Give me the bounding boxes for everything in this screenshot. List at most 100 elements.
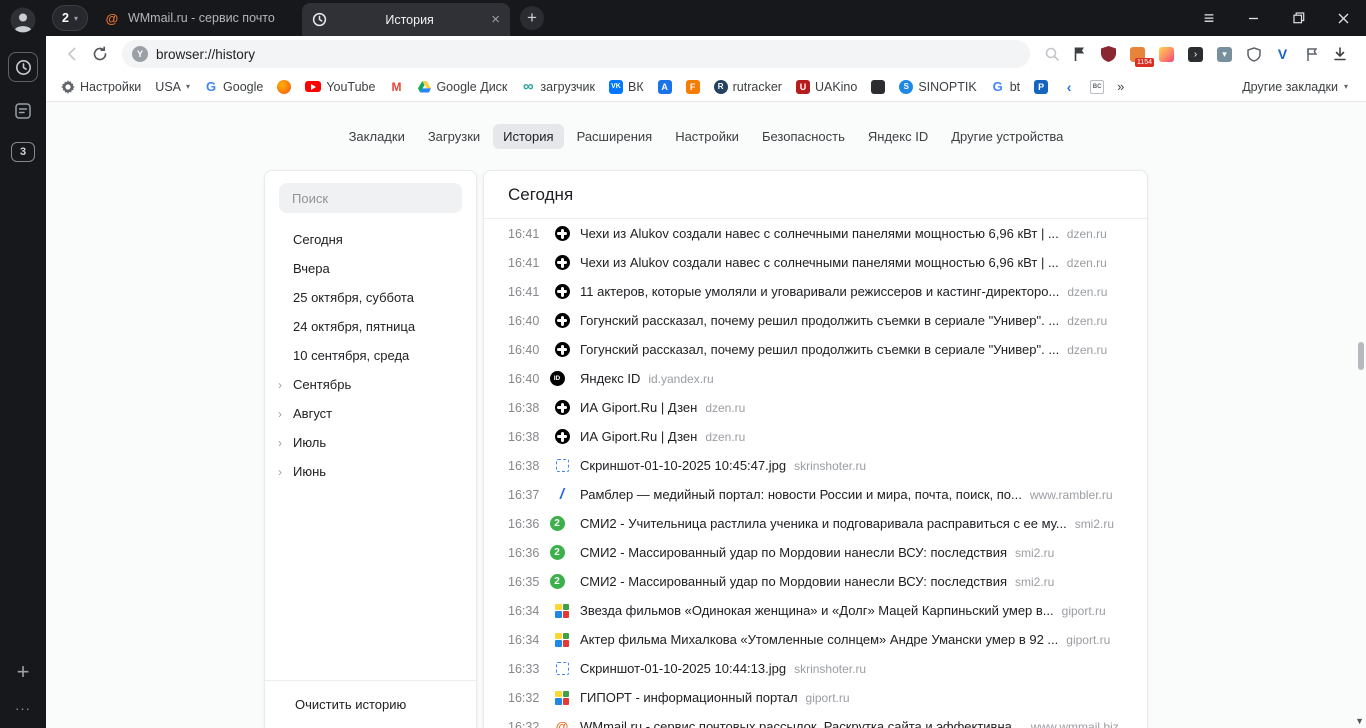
bookmark-youtube[interactable]: YouTube bbox=[298, 72, 382, 102]
rail-add-icon[interactable]: + bbox=[17, 661, 30, 683]
history-row[interactable]: 16:38 Скриншот-01-10-2025 10:45:47.jpg skr… bbox=[484, 451, 1147, 480]
history-title[interactable]: 11 актеров, которые умоляли и уговаривал… bbox=[580, 284, 1059, 299]
history-row[interactable]: 16:41 Чехи из Alukov создали навес с солн… bbox=[484, 219, 1147, 248]
dark-extension-icon[interactable]: › bbox=[1187, 46, 1204, 63]
bookmark-translate[interactable]: A bbox=[651, 72, 679, 102]
page-tab-0[interactable]: Закладки bbox=[339, 124, 415, 149]
history-title[interactable]: WMmail.ru - сервис почтовых рассылок. Ра… bbox=[580, 719, 1023, 728]
page-tab-4[interactable]: Настройки bbox=[665, 124, 749, 149]
address-bar[interactable]: Y browser://history bbox=[122, 40, 1030, 68]
history-title[interactable]: СМИ2 - Массированный удар по Мордовии на… bbox=[580, 574, 1007, 589]
ublock-extension-icon[interactable] bbox=[1100, 46, 1117, 63]
history-row[interactable]: 16:40 Гогунский рассказал, почему решил п… bbox=[484, 306, 1147, 335]
tab-count-badge[interactable]: 3 bbox=[11, 142, 35, 162]
flag-extension-icon[interactable] bbox=[1303, 46, 1320, 63]
history-row[interactable]: 16:38 ИА Giport.Ru | Дзен dzen.ru bbox=[484, 393, 1147, 422]
history-title[interactable]: Актер фильма Михалкова «Утомленные солнц… bbox=[580, 632, 1058, 647]
bookmark-f-orange[interactable]: F bbox=[679, 72, 707, 102]
date-filter-item-0[interactable]: Сегодня bbox=[265, 225, 476, 254]
bookmark-sinoptik[interactable]: S SINOPTIK bbox=[892, 72, 983, 102]
bookmark-chevron-blue[interactable]: ‹ bbox=[1055, 72, 1083, 102]
minimize-button[interactable] bbox=[1231, 0, 1276, 36]
restore-button[interactable] bbox=[1276, 0, 1321, 36]
bookmark-orange-circle[interactable] bbox=[270, 72, 298, 102]
bookmark-dark-square[interactable] bbox=[864, 72, 892, 102]
refresh-icon[interactable] bbox=[86, 40, 114, 68]
bookmark-rutracker[interactable]: Rrutracker bbox=[707, 72, 789, 102]
date-filter-item-4[interactable]: 10 сентября, среда bbox=[265, 341, 476, 370]
profile-avatar[interactable] bbox=[10, 7, 36, 38]
history-title[interactable]: СМИ2 - Учительница растлила ученика и по… bbox=[580, 516, 1067, 531]
history-row[interactable]: 16:32 @ WMmail.ru - сервис почтовых рассыл… bbox=[484, 712, 1147, 728]
date-filter-item-3[interactable]: 24 октября, пятница bbox=[265, 312, 476, 341]
history-row[interactable]: 16:41 Чехи из Alukov создали навес с солн… bbox=[484, 248, 1147, 277]
history-title[interactable]: Гогунский рассказал, почему решил продол… bbox=[580, 342, 1059, 357]
counter-extension-icon[interactable]: 1154 bbox=[1129, 46, 1154, 67]
history-row[interactable]: 16:34 Звезда фильмов «Одинокая женщина» и… bbox=[484, 596, 1147, 625]
history-rail-icon[interactable] bbox=[8, 52, 38, 82]
history-row[interactable]: 16:36 2 СМИ2 - Массированный удар по Мордо… bbox=[484, 538, 1147, 567]
bookmark-google[interactable]: G Google bbox=[197, 72, 270, 102]
date-filter-item-5[interactable]: › Сентябрь bbox=[265, 370, 476, 399]
search-input[interactable] bbox=[290, 189, 451, 207]
history-title[interactable]: Звезда фильмов «Одинокая женщина» и «Дол… bbox=[580, 603, 1054, 618]
scrollbar-down-icon[interactable]: ▼ bbox=[1355, 716, 1364, 726]
history-title[interactable]: Чехи из Alukov создали навес с солнечным… bbox=[580, 226, 1059, 241]
page-tab-3[interactable]: Расширения bbox=[567, 124, 663, 149]
bookmark-gmail[interactable]: M bbox=[382, 72, 410, 102]
date-filter-item-1[interactable]: Вчера bbox=[265, 254, 476, 283]
rail-more-icon[interactable]: ··· bbox=[15, 701, 31, 716]
notes-rail-icon[interactable] bbox=[8, 96, 38, 126]
palette-extension-icon[interactable] bbox=[1158, 46, 1175, 63]
new-tab-button[interactable]: + bbox=[519, 6, 544, 30]
history-title[interactable]: Рамблер — медийный портал: новости Росси… bbox=[580, 487, 1022, 502]
bookmarks-overflow-icon[interactable]: » bbox=[1111, 79, 1130, 94]
history-row[interactable]: 16:32 ГИПОРТ - информационный портал gipor… bbox=[484, 683, 1147, 712]
page-tab-5[interactable]: Безопасность bbox=[752, 124, 855, 149]
history-title[interactable]: ГИПОРТ - информационный портал bbox=[580, 690, 798, 705]
menu-icon[interactable]: ≡ bbox=[1187, 8, 1231, 29]
clear-history-button[interactable]: Очистить историю bbox=[265, 680, 476, 728]
date-filter-item-6[interactable]: › Август bbox=[265, 399, 476, 428]
bookmark-google-диск[interactable]: Google Диск bbox=[410, 72, 514, 102]
shield-extension-icon[interactable] bbox=[1245, 46, 1262, 63]
bookmark-p-blue[interactable]: P bbox=[1027, 72, 1055, 102]
history-row[interactable]: 16:37 / Рамблер — медийный портал: новости… bbox=[484, 480, 1147, 509]
check-extension-icon[interactable]: V bbox=[1274, 46, 1291, 63]
page-tab-1[interactable]: Загрузки bbox=[418, 124, 490, 149]
bookmark-bt[interactable]: Gbt bbox=[984, 72, 1027, 102]
tab-active[interactable]: История × bbox=[301, 3, 510, 36]
page-tab-6[interactable]: Яндекс ID bbox=[858, 124, 938, 149]
back-icon[interactable] bbox=[58, 40, 86, 68]
history-title[interactable]: Скриншот-01-10-2025 10:45:47.jpg bbox=[580, 458, 786, 473]
history-title[interactable]: Чехи из Alukov создали навес с солнечным… bbox=[580, 255, 1059, 270]
history-title[interactable]: СМИ2 - Массированный удар по Мордовии на… bbox=[580, 545, 1007, 560]
bookmark-bc[interactable]: BC bbox=[1083, 72, 1111, 102]
date-filter-item-2[interactable]: 25 октября, суббота bbox=[265, 283, 476, 312]
bookmark-usa[interactable]: USA ▾ bbox=[148, 72, 197, 102]
date-filter-item-8[interactable]: › Июнь bbox=[265, 457, 476, 486]
history-title[interactable]: Скриншот-01-10-2025 10:44:13.jpg bbox=[580, 661, 786, 676]
downloads-icon[interactable] bbox=[1326, 40, 1354, 68]
tab-counter[interactable]: 2 ▾ bbox=[52, 5, 88, 31]
bookmark-uakino[interactable]: U UAKino bbox=[789, 72, 864, 102]
history-title[interactable]: ИА Giport.Ru | Дзен bbox=[580, 429, 697, 444]
date-filter-item-7[interactable]: › Июль bbox=[265, 428, 476, 457]
history-row[interactable]: 16:33 Скриншот-01-10-2025 10:44:13.jpg skr… bbox=[484, 654, 1147, 683]
scrollbar-thumb[interactable] bbox=[1358, 342, 1364, 370]
history-title[interactable]: Гогунский рассказал, почему решил продол… bbox=[580, 313, 1059, 328]
close-button[interactable] bbox=[1321, 0, 1366, 36]
bookmark-загрузчик[interactable]: ∞ загрузчик bbox=[514, 72, 602, 102]
history-title[interactable]: ИА Giport.Ru | Дзен bbox=[580, 400, 697, 415]
tab[interactable]: @ WMmail.ru - сервис почто bbox=[94, 0, 302, 36]
history-row[interactable]: 16:35 2 СМИ2 - Массированный удар по Мордо… bbox=[484, 567, 1147, 596]
history-row[interactable]: 16:41 11 актеров, которые умоляли и угова… bbox=[484, 277, 1147, 306]
other-bookmarks-button[interactable]: Другие закладки ▾ bbox=[1232, 80, 1358, 94]
page-tab-2[interactable]: История bbox=[493, 124, 564, 149]
history-row[interactable]: 16:38 ИА Giport.Ru | Дзен dzen.ru bbox=[484, 422, 1147, 451]
tab-close-icon[interactable]: × bbox=[491, 12, 500, 27]
search-icon[interactable] bbox=[1038, 40, 1066, 68]
history-row[interactable]: 16:36 2 СМИ2 - Учительница растлила ученик… bbox=[484, 509, 1147, 538]
history-row[interactable]: 16:40 ID Яндекс ID id.yandex.ru bbox=[484, 364, 1147, 393]
history-title[interactable]: Яндекс ID bbox=[580, 371, 640, 386]
